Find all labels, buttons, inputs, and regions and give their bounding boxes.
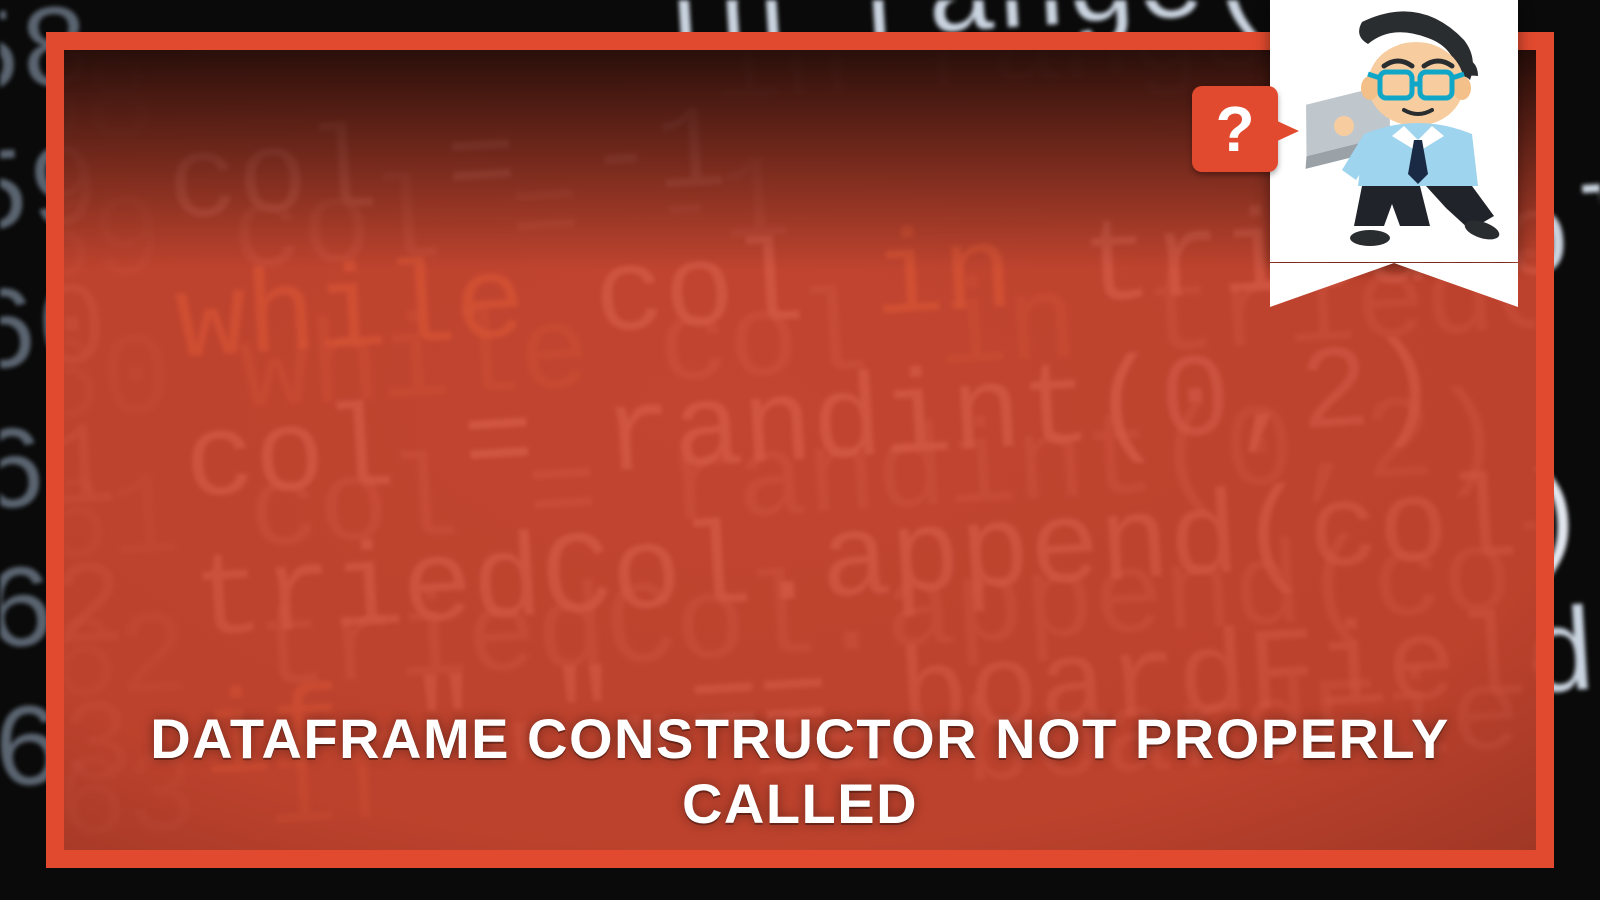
orange-frame: 58 in range(59 col = -160 while col in t… — [46, 32, 1554, 868]
headline-text: DATAFRAME CONSTRUCTOR NOT PROPERLY CALLE… — [64, 706, 1536, 836]
hero-graphic: 58 in range(59 col = -160 while col in t… — [0, 0, 1600, 900]
top-vignette — [64, 50, 1536, 270]
